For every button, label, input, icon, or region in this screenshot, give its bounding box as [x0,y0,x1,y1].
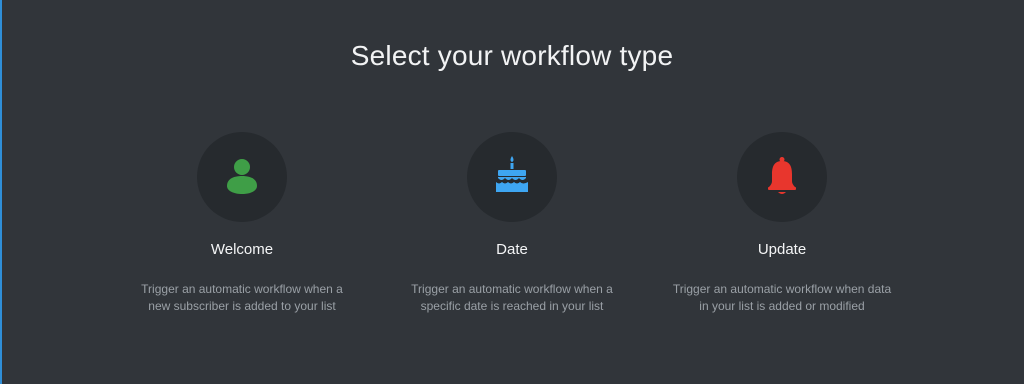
workflow-option-welcome[interactable]: Welcome Trigger an automatic workflow wh… [122,132,362,315]
workflow-label-update: Update [757,241,807,258]
date-icon-circle[interactable] [467,132,557,222]
birthday-cake-icon [496,156,528,192]
update-icon-circle[interactable] [737,132,827,222]
bell-icon [768,157,796,194]
workflow-label-date: Date [496,241,528,258]
workflow-option-date[interactable]: Date Trigger an automatic workflow when … [392,132,632,315]
workflow-description-date: Trigger an automatic workflow when a spe… [411,282,613,313]
welcome-icon-circle[interactable] [197,132,287,222]
workflow-label-welcome: Welcome [210,241,274,258]
workflow-description-update: Trigger an automatic workflow when data … [672,282,892,313]
workflow-option-update[interactable]: Update Trigger an automatic workflow whe… [662,132,902,315]
page-title: Select your workflow type [350,40,674,71]
workflow-description-welcome: Trigger an automatic workflow when a new… [141,282,343,313]
user-icon [227,159,257,194]
